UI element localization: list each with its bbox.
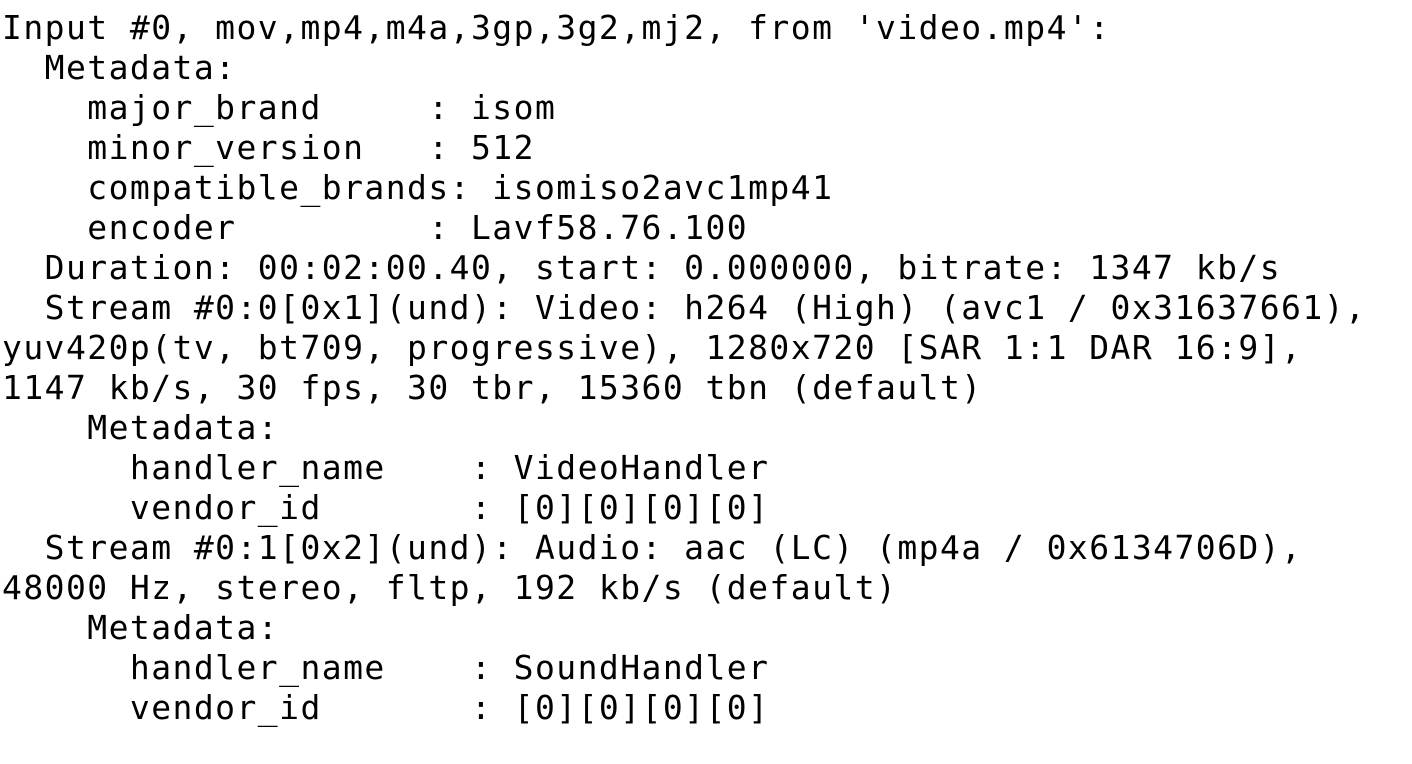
console-line-audio-stream-header: Stream #0:1[0x2](und): Audio: aac (LC) (…: [2, 528, 1303, 567]
console-line-audio-stream-wrap-1: 48000 Hz, stereo, fltp, 192 kb/s (defaul…: [2, 568, 898, 607]
console-line-duration: Duration: 00:02:00.40, start: 0.000000, …: [2, 248, 1282, 287]
console-line-video-metadata-header: Metadata:: [2, 408, 280, 447]
console-line-audio-metadata-header: Metadata:: [2, 608, 280, 647]
terminal-output-pane[interactable]: Input #0, mov,mp4,m4a,3gp,3g2,mj2, from …: [0, 0, 1412, 764]
console-line-video-vendor-id: vendor_id : [0][0][0][0]: [2, 488, 770, 527]
console-line-minor-version: minor_version : 512: [2, 128, 535, 167]
console-line-encoder: encoder : Lavf58.76.100: [2, 208, 749, 247]
console-line-video-stream-header: Stream #0:0[0x1](und): Video: h264 (High…: [2, 288, 1367, 327]
console-line-metadata-header: Metadata:: [2, 48, 237, 87]
console-line-audio-vendor-id: vendor_id : [0][0][0][0]: [2, 688, 770, 727]
console-line-major-brand: major_brand : isom: [2, 88, 557, 127]
console-line-video-stream-wrap-2: 1147 kb/s, 30 fps, 30 tbr, 15360 tbn (de…: [2, 368, 983, 407]
console-line-video-stream-wrap-1: yuv420p(tv, bt709, progressive), 1280x72…: [2, 328, 1303, 367]
console-line-audio-handler-name: handler_name : SoundHandler: [2, 648, 770, 687]
console-line-video-handler-name: handler_name : VideoHandler: [2, 448, 770, 487]
console-line-compatible-brands: compatible_brands: isomiso2avc1mp41: [2, 168, 834, 207]
console-line-input-header: Input #0, mov,mp4,m4a,3gp,3g2,mj2, from …: [2, 8, 1111, 47]
